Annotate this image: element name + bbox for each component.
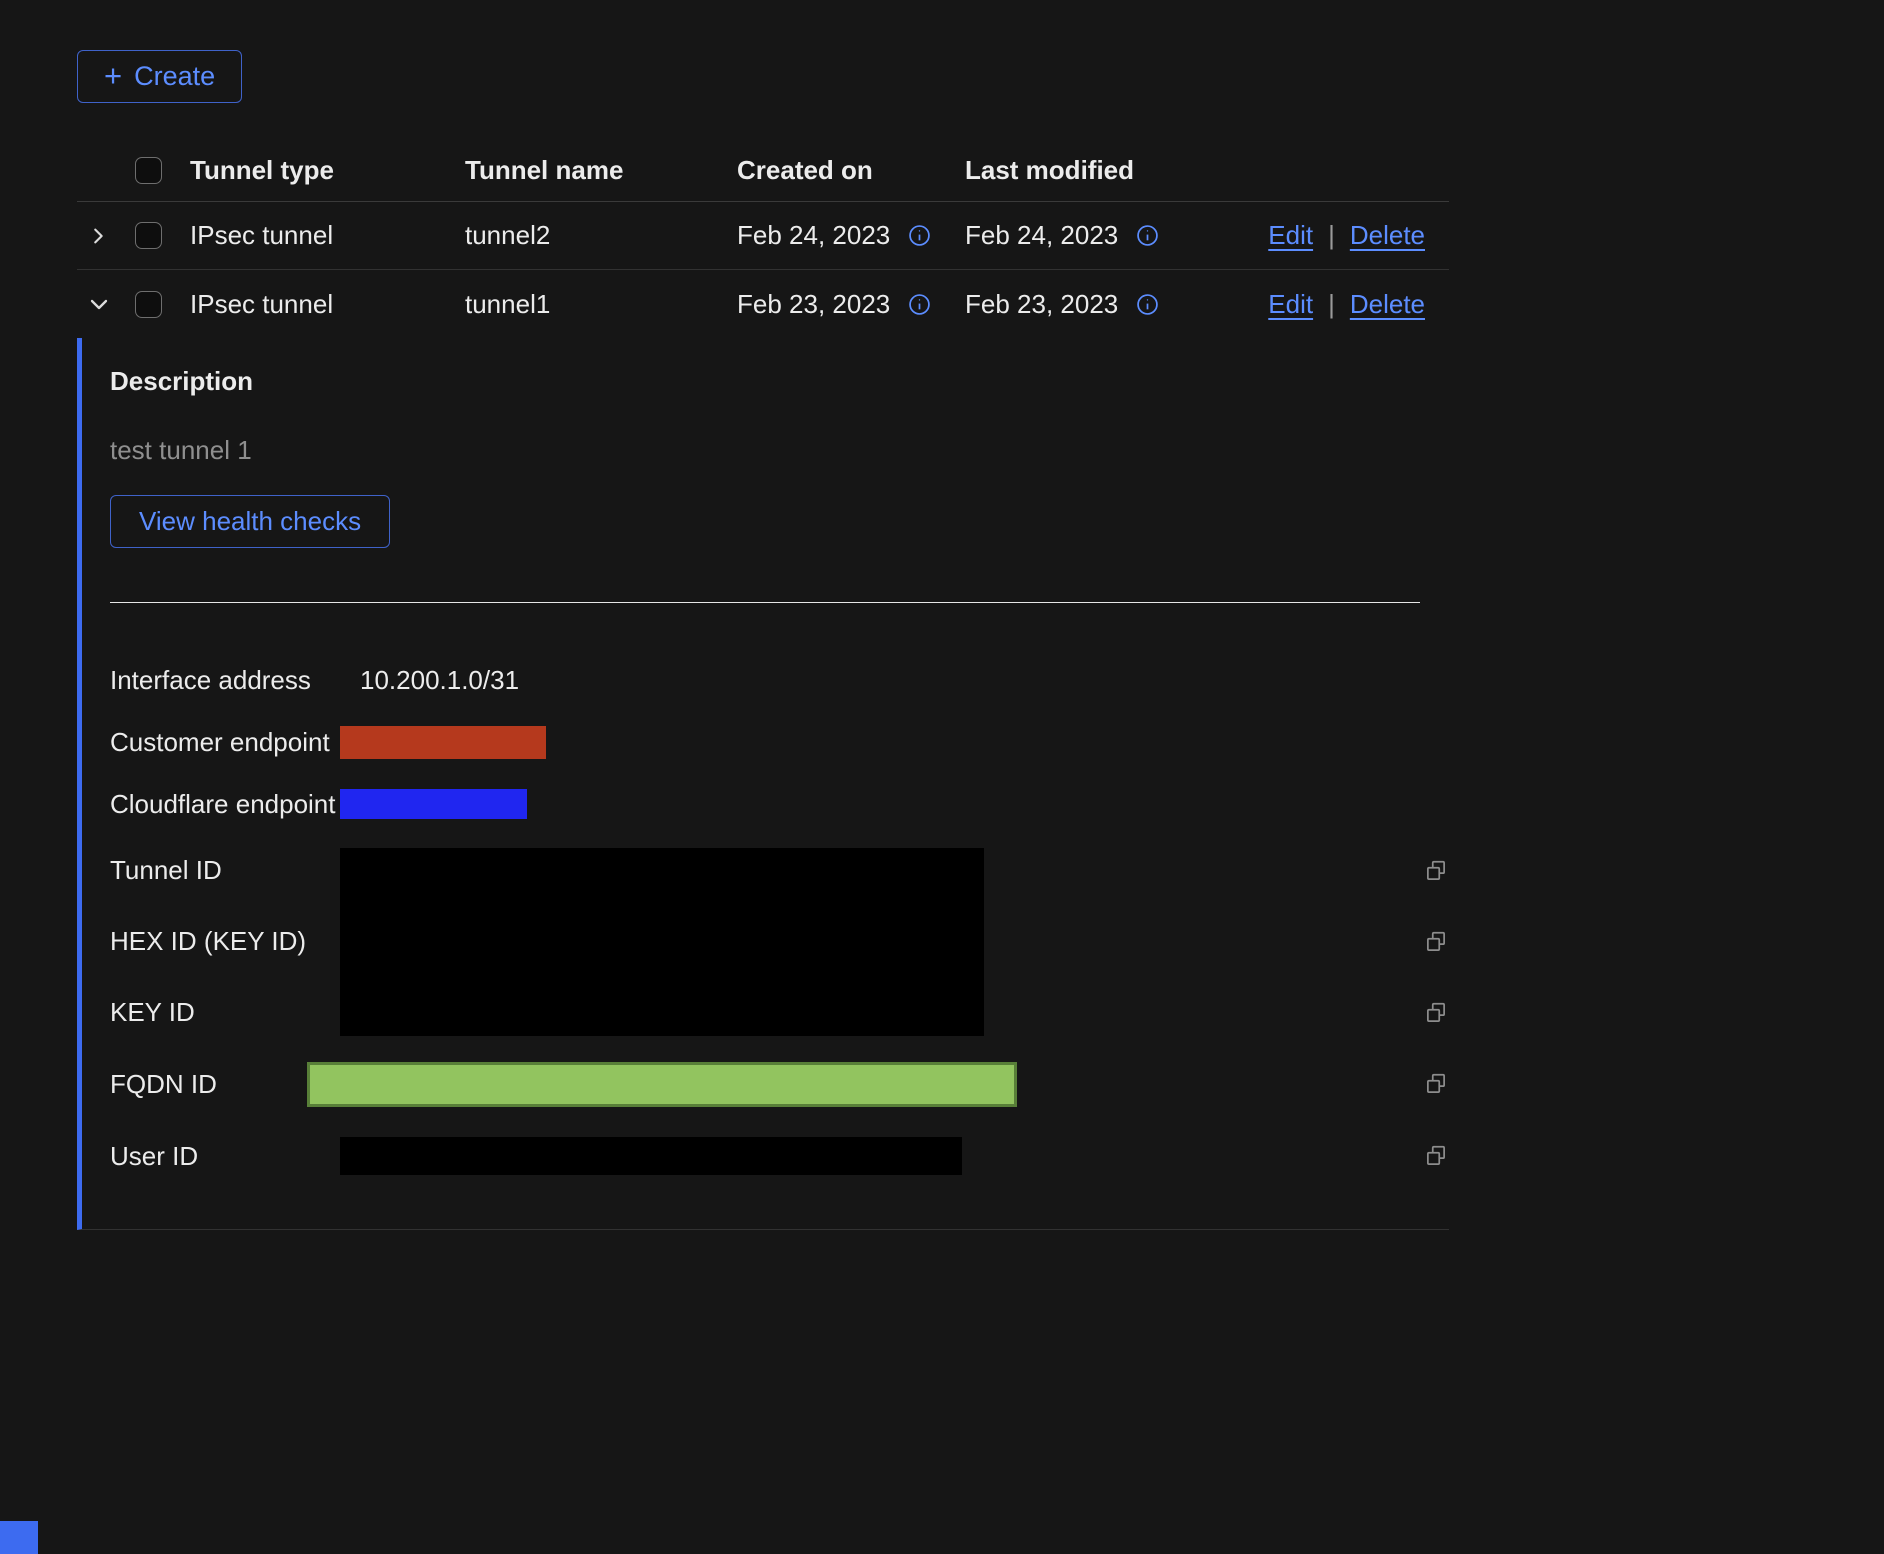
bottom-left-scrollbar-fragment <box>0 1521 38 1554</box>
description-label: Description <box>110 364 1449 398</box>
edit-link[interactable]: Edit <box>1268 289 1313 320</box>
copy-key-id-button[interactable] <box>1423 1000 1449 1026</box>
copy-icon <box>1423 1143 1449 1169</box>
section-divider <box>110 602 1420 603</box>
chevron-right-icon <box>87 225 109 247</box>
header-tunnel-name: Tunnel name <box>465 155 737 186</box>
info-icon <box>1136 293 1159 316</box>
action-separator: | <box>1328 289 1335 320</box>
last-modified-cell: Feb 23, 2023 <box>965 289 1118 320</box>
action-separator: | <box>1328 220 1335 251</box>
last-modified-info-button[interactable] <box>1136 293 1159 316</box>
tunnel-name-cell: tunnel1 <box>465 289 737 320</box>
copy-fqdn-id-button[interactable] <box>1423 1071 1449 1097</box>
chevron-down-icon <box>87 292 111 316</box>
select-all-checkbox[interactable] <box>135 157 162 184</box>
expand-row-button[interactable] <box>87 225 109 247</box>
last-modified-cell: Feb 24, 2023 <box>965 220 1118 251</box>
created-on-cell: Feb 23, 2023 <box>737 289 890 320</box>
table-row: IPsec tunnel tunnel2 Feb 24, 2023 Feb 24… <box>77 202 1449 270</box>
ids-redacted <box>340 848 984 1036</box>
tunnel-detail-panel: Description test tunnel 1 View health ch… <box>77 338 1449 1230</box>
row-checkbox[interactable] <box>135 291 162 318</box>
created-on-info-button[interactable] <box>908 224 931 247</box>
user-id-label: User ID <box>110 1141 340 1172</box>
tunnels-table: Tunnel type Tunnel name Created on Last … <box>77 140 1449 1230</box>
copy-tunnel-id-button[interactable] <box>1423 858 1449 884</box>
copy-icon <box>1423 858 1449 884</box>
tunnel-id-redacted-block <box>340 848 1389 1036</box>
create-button-label: Create <box>134 61 215 92</box>
created-on-info-button[interactable] <box>908 293 931 316</box>
tunnel-fields: Interface address 10.200.1.0/31 Customer… <box>110 649 1449 1192</box>
info-icon <box>908 224 931 247</box>
header-last-modified: Last modified <box>965 155 1281 186</box>
tunnel-type-cell: IPsec tunnel <box>190 289 465 320</box>
description-value: test tunnel 1 <box>110 433 1449 467</box>
fqdn-id-redacted <box>307 1062 1017 1107</box>
row-checkbox[interactable] <box>135 222 162 249</box>
user-id-redacted <box>340 1137 962 1175</box>
fqdn-id-label: FQDN ID <box>110 1069 340 1100</box>
info-icon <box>908 293 931 316</box>
copy-hex-id-button[interactable] <box>1423 929 1449 955</box>
tunnel-type-cell: IPsec tunnel <box>190 220 465 251</box>
view-health-checks-button[interactable]: View health checks <box>110 495 390 548</box>
key-id-label: KEY ID <box>110 997 340 1028</box>
cloudflare-endpoint-label: Cloudflare endpoint <box>110 789 340 820</box>
interface-address-value: 10.200.1.0/31 <box>340 665 1389 696</box>
info-icon <box>1136 224 1159 247</box>
hex-id-label: HEX ID (KEY ID) <box>110 926 340 957</box>
interface-address-label: Interface address <box>110 665 340 696</box>
delete-link[interactable]: Delete <box>1350 220 1425 251</box>
copy-icon <box>1423 1000 1449 1026</box>
edit-link[interactable]: Edit <box>1268 220 1313 251</box>
create-button[interactable]: + Create <box>77 50 242 103</box>
table-row: IPsec tunnel tunnel1 Feb 23, 2023 Feb 23… <box>77 270 1449 338</box>
delete-link[interactable]: Delete <box>1350 289 1425 320</box>
customer-endpoint-label: Customer endpoint <box>110 727 340 758</box>
tunnel-name-cell: tunnel2 <box>465 220 737 251</box>
copy-icon <box>1423 929 1449 955</box>
tunnels-page: + Create Tunnel type Tunnel name Created… <box>0 0 1884 1554</box>
copy-user-id-button[interactable] <box>1423 1143 1449 1169</box>
plus-icon: + <box>104 60 122 91</box>
tunnel-id-label: Tunnel ID <box>110 855 340 886</box>
collapse-row-button[interactable] <box>87 292 111 316</box>
copy-icon <box>1423 1071 1449 1097</box>
header-tunnel-type: Tunnel type <box>190 155 465 186</box>
cloudflare-endpoint-redacted <box>340 789 527 819</box>
last-modified-info-button[interactable] <box>1136 224 1159 247</box>
header-created-on: Created on <box>737 155 965 186</box>
created-on-cell: Feb 24, 2023 <box>737 220 890 251</box>
customer-endpoint-redacted <box>340 726 546 759</box>
table-header-row: Tunnel type Tunnel name Created on Last … <box>77 140 1449 202</box>
